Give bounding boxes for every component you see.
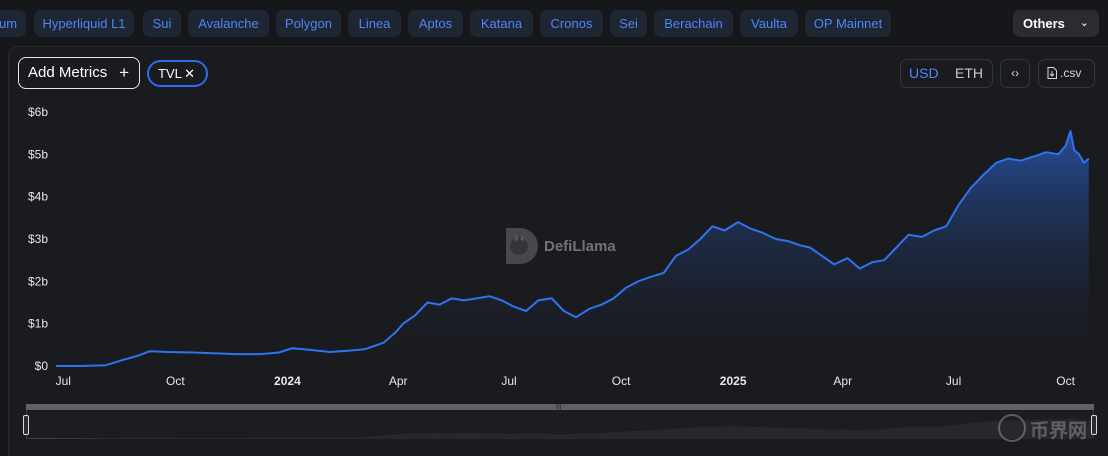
- chevron-down-icon: ⌄: [1079, 17, 1089, 29]
- chain-tab-berachain[interactable]: Berachain: [654, 10, 733, 37]
- metric-pill-tvl[interactable]: TVL ✕: [147, 60, 208, 87]
- y-tick-label: $5b: [28, 147, 48, 161]
- y-tick-label: $3b: [28, 232, 48, 246]
- metric-pill-label: TVL: [158, 66, 182, 81]
- watermark-text: DefiLlama: [544, 238, 616, 255]
- chain-tab-vaulta[interactable]: Vaulta: [740, 10, 798, 37]
- x-tick-label: Jul: [946, 374, 961, 388]
- y-tick-label: $0: [35, 359, 49, 373]
- close-icon[interactable]: ✕: [184, 62, 195, 85]
- currency-eth-button[interactable]: ETH: [955, 60, 983, 87]
- chain-tabs: um Hyperliquid L1 Sui Avalanche Polygon Linea…: [0, 10, 1000, 37]
- embed-button[interactable]: ‹›: [1000, 59, 1030, 88]
- stamp-logo-icon: [998, 414, 1026, 442]
- add-metrics-label: Add Metrics: [28, 64, 108, 81]
- plus-icon: +: [119, 63, 129, 82]
- llama-logo-icon: [506, 228, 538, 264]
- chain-tab-cronos[interactable]: Cronos: [540, 10, 603, 37]
- x-tick-label: Jul: [501, 374, 516, 388]
- defillama-watermark: DefiLlama: [502, 226, 616, 266]
- chain-tab-avalanche[interactable]: Avalanche: [188, 10, 269, 37]
- x-tick-label: Oct: [166, 374, 185, 388]
- y-tick-label: $6b: [28, 105, 48, 119]
- x-tick-label: 2024: [274, 374, 301, 388]
- currency-toggle: USD ETH: [900, 59, 993, 88]
- x-tick-label: Apr: [389, 374, 408, 388]
- chain-tab-polygon[interactable]: Polygon: [276, 10, 341, 37]
- csv-label: .csv: [1060, 66, 1082, 80]
- file-download-icon: [1047, 67, 1057, 79]
- y-tick-label: $1b: [28, 317, 48, 331]
- x-tick-label: Jul: [56, 374, 71, 388]
- x-tick-label: Oct: [612, 374, 631, 388]
- y-tick-label: $4b: [28, 190, 48, 204]
- chain-tab-op-mainnet[interactable]: OP Mainnet: [805, 10, 891, 37]
- x-tick-label: Apr: [833, 374, 852, 388]
- y-tick-label: $2b: [28, 274, 48, 288]
- range-handle-left[interactable]: [23, 415, 29, 435]
- chain-tab-hyperliquid-l1[interactable]: Hyperliquid L1: [34, 10, 134, 37]
- code-icon: ‹›: [1011, 66, 1019, 80]
- chain-tab-katana[interactable]: Katana: [470, 10, 533, 37]
- stamp-text: 币界网: [1030, 421, 1088, 442]
- chain-tab-um[interactable]: um: [0, 10, 26, 37]
- csv-download-button[interactable]: .csv: [1038, 59, 1095, 88]
- x-tick-label: 2025: [720, 374, 747, 388]
- x-tick-label: Oct: [1056, 374, 1075, 388]
- chain-tab-linea[interactable]: Linea: [348, 10, 401, 37]
- chain-tab-sui[interactable]: Sui: [143, 10, 181, 37]
- others-label: Others: [1023, 16, 1065, 31]
- others-dropdown[interactable]: Others ⌄: [1013, 10, 1099, 37]
- chain-tab-sei[interactable]: Sei: [610, 10, 647, 37]
- chain-tab-aptos[interactable]: Aptos: [408, 10, 463, 37]
- mini-preview: [26, 417, 1094, 439]
- site-stamp: 币界网: [998, 413, 1103, 443]
- currency-usd-button[interactable]: USD: [909, 60, 939, 87]
- add-metrics-button[interactable]: Add Metrics +: [18, 57, 140, 89]
